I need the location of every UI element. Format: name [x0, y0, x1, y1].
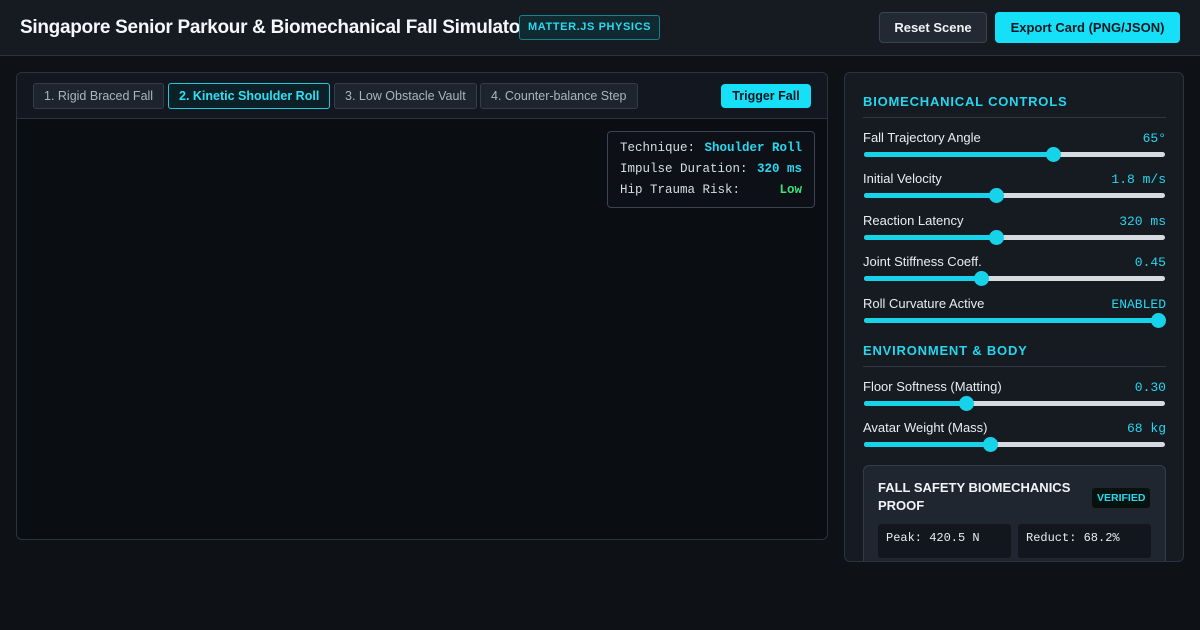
slider-value: 65° — [1142, 131, 1166, 146]
slider-value: 0.30 — [1134, 380, 1166, 395]
slider-thumb[interactable] — [988, 188, 1004, 203]
roll-curvature-control: Roll Curvature Active ENABLED — [863, 296, 1167, 332]
top-bar: Singapore Senior Parkour & Biomechanical… — [0, 0, 1200, 56]
hud-technique-row: Technique: Shoulder Roll — [620, 141, 802, 157]
hud-impulse-row: Impulse Duration: 320 ms — [620, 162, 802, 178]
slider-thumb[interactable] — [1046, 147, 1062, 162]
initial-velocity-control: Initial Velocity 1.8 m/s — [863, 171, 1166, 207]
slider-label: Avatar Weight (Mass) — [863, 420, 988, 435]
slider-value: 68 kg — [1126, 421, 1166, 436]
joint-stiffness-control: Joint Stiffness Coeff. 0.45 — [863, 254, 1166, 290]
technique-tabs: 1. Rigid Braced Fall 2. Kinetic Shoulder… — [17, 73, 827, 119]
slider-value: ENABLED — [1111, 297, 1166, 312]
joint-stiffness-slider[interactable] — [864, 271, 1165, 286]
avatar-weight-control: Avatar Weight (Mass) 68 kg — [863, 420, 1166, 456]
roll-curvature-slider[interactable] — [864, 313, 1167, 328]
slider-label: Fall Trajectory Angle — [863, 130, 981, 145]
slider-value: 1.8 m/s — [1111, 172, 1166, 187]
tab-rigid-braced-fall[interactable]: 1. Rigid Braced Fall — [33, 83, 165, 109]
hud-impulse-label: Impulse Duration: — [620, 162, 748, 176]
slider-fill — [864, 152, 1054, 157]
slider-label: Reaction Latency — [863, 213, 964, 228]
initial-velocity-slider[interactable] — [864, 188, 1165, 203]
slider-fill — [864, 442, 991, 447]
slider-thumb[interactable] — [973, 271, 989, 286]
avatar-weight-slider[interactable] — [864, 437, 1165, 452]
force-reduction-stat: Reduct: 68.2% — [1018, 524, 1151, 558]
biomechanical-controls-heading: BIOMECHANICAL CONTROLS — [863, 94, 1166, 118]
trigger-fall-button[interactable]: Trigger Fall — [721, 84, 811, 108]
fall-trajectory-angle-slider[interactable] — [864, 147, 1165, 162]
slider-fill — [864, 318, 1159, 323]
floor-softness-slider[interactable] — [864, 396, 1165, 411]
simulation-hud: Technique: Shoulder Roll Impulse Duratio… — [607, 131, 815, 208]
controls-panel: BIOMECHANICAL CONTROLS Fall Trajectory A… — [844, 72, 1184, 562]
tab-low-obstacle-vault[interactable]: 3. Low Obstacle Vault — [334, 83, 477, 109]
export-card-button[interactable]: Export Card (PNG/JSON) — [995, 12, 1180, 43]
slider-thumb[interactable] — [1151, 313, 1167, 328]
app-title: Singapore Senior Parkour & Biomechanical… — [20, 17, 528, 38]
reaction-latency-slider[interactable] — [864, 230, 1165, 245]
slider-label: Roll Curvature Active — [863, 296, 985, 311]
hud-risk-value: Low — [779, 183, 802, 197]
tab-kinetic-shoulder-roll[interactable]: 2. Kinetic Shoulder Roll — [168, 83, 331, 109]
hud-technique-value: Shoulder Roll — [704, 141, 802, 155]
slider-value: 320 ms — [1119, 214, 1166, 229]
fall-trajectory-angle-control: Fall Trajectory Angle 65° — [863, 130, 1166, 166]
slider-label: Joint Stiffness Coeff. — [863, 254, 982, 269]
hud-risk-row: Hip Trauma Risk: Low — [620, 183, 802, 199]
slider-fill — [864, 276, 982, 281]
fall-safety-proof-card: FALL SAFETY BIOMECHANICS PROOF VERIFIED … — [863, 465, 1166, 561]
environment-body-heading: ENVIRONMENT & BODY — [863, 343, 1166, 367]
hud-impulse-value: 320 ms — [756, 162, 802, 176]
slider-fill — [864, 193, 997, 198]
slider-value: 0.45 — [1134, 255, 1166, 270]
slider-fill — [864, 235, 997, 240]
slider-thumb[interactable] — [958, 396, 974, 411]
reset-scene-button[interactable]: Reset Scene — [879, 12, 987, 43]
slider-thumb[interactable] — [988, 230, 1004, 245]
slider-fill — [864, 401, 967, 406]
physics-engine-badge: MATTER.JS PHYSICS — [519, 15, 661, 40]
slider-thumb[interactable] — [982, 437, 998, 452]
hud-risk-label: Hip Trauma Risk: — [620, 183, 741, 197]
proof-card-title: FALL SAFETY BIOMECHANICS PROOF — [878, 480, 1071, 513]
verified-badge: VERIFIED — [1092, 488, 1151, 508]
slider-label: Initial Velocity — [863, 171, 942, 186]
slider-label: Floor Softness (Matting) — [863, 379, 1002, 394]
tab-counter-balance-step[interactable]: 4. Counter-balance Step — [480, 83, 638, 109]
hud-technique-label: Technique: — [620, 141, 696, 155]
simulation-panel[interactable]: 1. Rigid Braced Fall 2. Kinetic Shoulder… — [16, 72, 828, 540]
reaction-latency-control: Reaction Latency 320 ms — [863, 213, 1166, 249]
floor-softness-control: Floor Softness (Matting) 0.30 — [863, 379, 1166, 415]
peak-force-stat: Peak: 420.5 N — [878, 524, 1011, 558]
